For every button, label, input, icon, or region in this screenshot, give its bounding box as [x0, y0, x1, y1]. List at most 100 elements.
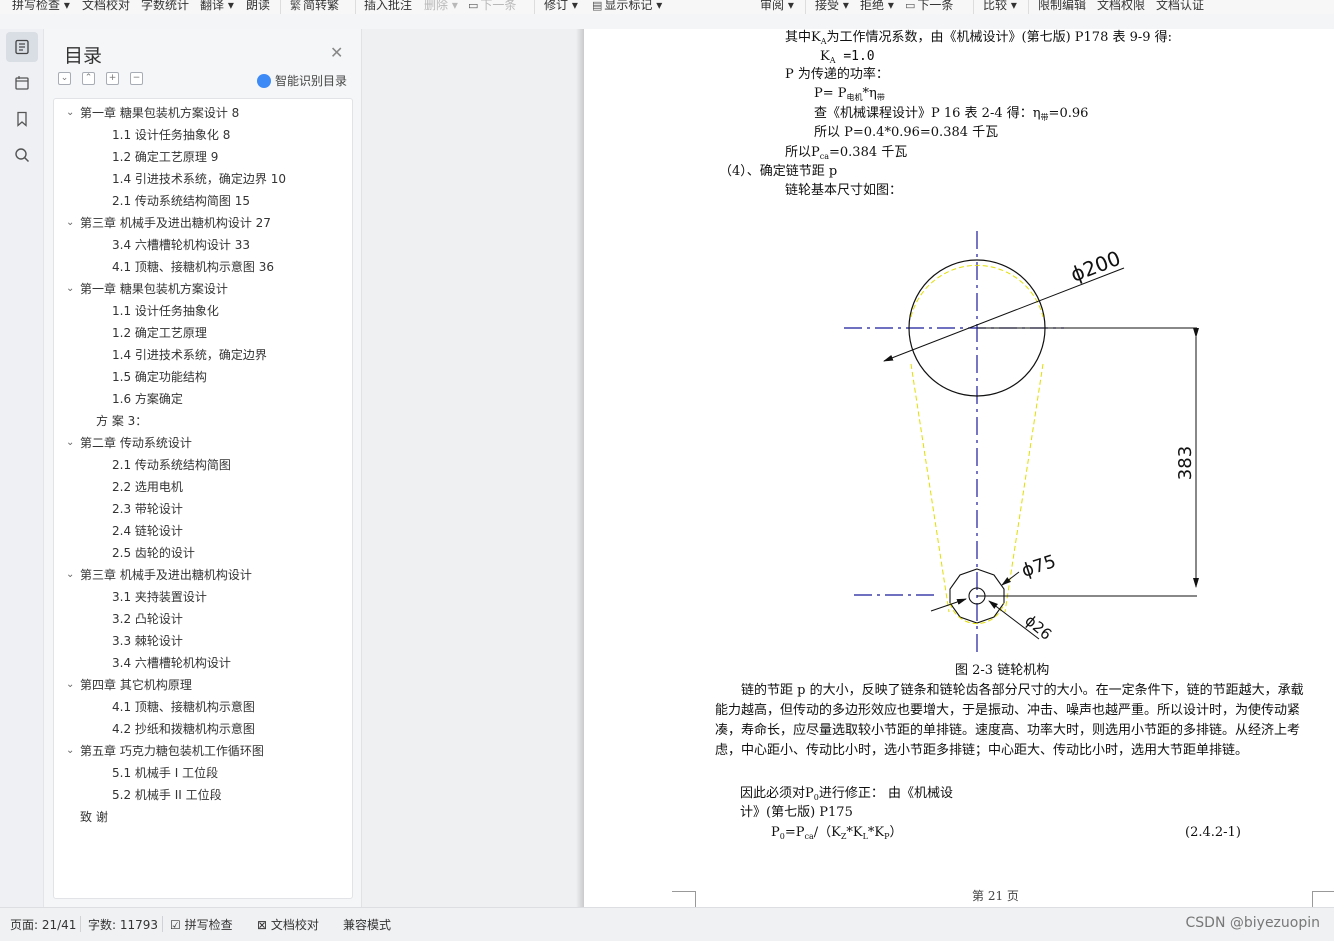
toc-section-item[interactable]: 致 谢 — [80, 807, 108, 827]
restrict-editing-button[interactable]: 限制编辑 — [1038, 0, 1086, 13]
page-footer: 第 21 页 — [972, 889, 1019, 903]
read-aloud-button[interactable]: 朗读 — [246, 0, 270, 13]
track-changes-button[interactable]: 修订 ▾ — [544, 0, 578, 13]
toc-section-item[interactable]: 4.2 抄纸和拨糖机构示意图 — [112, 719, 255, 739]
track-changes-label: 修订 — [544, 0, 569, 12]
chapter-icon — [15, 76, 29, 90]
toc-panel-button[interactable] — [6, 32, 38, 62]
reject-button[interactable]: 拒绝 ▾ — [860, 0, 894, 13]
ai-icon — [257, 73, 271, 88]
compare-button[interactable]: 比较 ▾ — [983, 0, 1017, 13]
toc-section-item[interactable]: 2.1 传动系统结构简图 — [112, 455, 231, 475]
remove-heading-icon[interactable]: − — [130, 72, 143, 85]
chevron-down-icon[interactable]: ⌄ — [66, 433, 76, 453]
spell-check-button[interactable]: 拼写检查 ▾ — [12, 0, 70, 13]
toc-section-item[interactable]: 2.2 选用电机 — [112, 477, 183, 497]
spell-check-status[interactable]: ☑ 拼写检查 — [170, 916, 233, 933]
proofread-status[interactable]: ⊠ 文档校对 — [257, 916, 319, 933]
toc-section-item[interactable]: 1.1 设计任务抽象化 — [112, 301, 219, 321]
to-traditional-button[interactable]: 繁简转繁 — [290, 0, 339, 13]
toc-section-item[interactable]: 5.1 机械手 I 工位段 — [112, 763, 218, 783]
doc-certify-button[interactable]: 文档认证 — [1156, 0, 1204, 13]
toc-chapter-item[interactable]: 第三章 机械手及进出糖机构设计 27 — [80, 213, 271, 233]
review-label: 审阅 — [760, 0, 785, 12]
doc-line: 链轮基本尺寸如图： — [785, 183, 903, 198]
toolbar-divider — [805, 0, 806, 14]
page-corner-mark — [1312, 891, 1334, 907]
translate-button[interactable]: 翻译 ▾ — [200, 0, 234, 13]
toc-section-item[interactable]: 1.4 引进技术系统，确定边界 10 — [112, 169, 286, 189]
toc-section-item[interactable]: 4.1 顶糖、接糖机构示意图 — [112, 697, 255, 717]
toc-section-item[interactable]: 3.1 夹持装置设计 — [112, 587, 207, 607]
toc-section-item[interactable]: 2.3 带轮设计 — [112, 499, 183, 519]
doc-certify-label: 文档认证 — [1156, 0, 1205, 12]
document-page[interactable]: 其中KA为工作情况系数，由《机械设计》(第七版) P178 表 9-9 得: K… — [584, 29, 1334, 907]
toc-section-item[interactable]: 1.4 引进技术系统，确定边界 — [112, 345, 267, 365]
toc-section-item[interactable]: 方 案 3： — [96, 411, 147, 431]
chevron-down-icon[interactable]: ⌄ — [66, 741, 76, 761]
figure-caption: 图 2-3 链轮机构 — [955, 663, 1050, 678]
toc-section-item[interactable]: 1.2 确定工艺原理 — [112, 323, 207, 343]
close-icon[interactable]: ✕ — [330, 43, 343, 62]
chevron-down-icon[interactable]: ⌄ — [66, 103, 76, 123]
toc-chapter-item[interactable]: 第三章 机械手及进出糖机构设计 — [80, 565, 252, 585]
toc-section-item[interactable]: 1.6 方案确定 — [112, 389, 183, 409]
toc-section-item[interactable]: 1.2 确定工艺原理 9 — [112, 147, 218, 167]
chapter-nav-button[interactable] — [6, 68, 38, 98]
accept-button[interactable]: 接受 ▾ — [815, 0, 849, 13]
page-indicator[interactable]: 页面: 21/41 — [10, 916, 76, 933]
toc-section-item[interactable]: 1.1 设计任务抽象化 8 — [112, 125, 230, 145]
next-comment-button[interactable]: ▭ 下一条 — [468, 0, 516, 13]
next-comment-label: 下一条 — [480, 0, 517, 12]
delete-comment-button[interactable]: 删除 ▾ — [424, 0, 458, 13]
toc-section-item[interactable]: 2.1 传动系统结构简图 15 — [112, 191, 250, 211]
review-button[interactable]: 审阅 ▾ — [760, 0, 794, 13]
chevron-down-icon[interactable]: ⌄ — [66, 675, 76, 695]
add-heading-icon[interactable]: + — [106, 72, 119, 85]
find-button[interactable] — [6, 140, 38, 170]
large-diameter-label: ϕ200 — [1067, 246, 1124, 287]
toc-section-item[interactable]: 3.4 六槽槽轮机构设计 33 — [112, 235, 250, 255]
sprocket-drawing: ϕ200 ϕ75 ϕ26 383 — [844, 231, 1199, 652]
proofread-icon: ⊠ — [257, 918, 268, 932]
toc-section-item[interactable]: 3.2 凸轮设计 — [112, 609, 183, 629]
toc-title: 目录 — [64, 45, 103, 67]
word-count[interactable]: 字数: 11793 — [88, 916, 158, 933]
compat-mode: 兼容模式 — [343, 918, 392, 932]
body-paragraph: 链的节距 p 的大小，反映了链条和链轮齿各部分尺寸的大小。在一定条件下，链的节距… — [715, 683, 1304, 758]
toc-chapter-item[interactable]: 第四章 其它机构原理 — [80, 675, 192, 695]
toolbar-divider — [280, 0, 281, 14]
toc-section-item[interactable]: 2.5 齿轮的设计 — [112, 543, 195, 563]
toc-section-item[interactable]: 5.2 机械手 II 工位段 — [112, 785, 222, 805]
insert-comment-label: 插入批注 — [364, 0, 413, 12]
word-count-button[interactable]: 字数统计 — [141, 0, 189, 13]
chevron-down-icon[interactable]: ⌄ — [66, 565, 76, 585]
next-change-label: 下一条 — [917, 0, 954, 12]
toc-section-item[interactable]: 4.1 顶糖、接糖机构示意图 36 — [112, 257, 274, 277]
smart-toc-button[interactable]: 智能识别目录 — [257, 72, 347, 89]
bookmark-button[interactable] — [6, 104, 38, 134]
translate-label: 翻译 — [200, 0, 225, 12]
toc-chapter-item[interactable]: 第一章 糖果包装机方案设计 — [80, 279, 228, 299]
insert-comment-button[interactable]: 插入批注 — [364, 0, 412, 13]
toolbar-divider — [1028, 0, 1029, 14]
collapse-all-icon[interactable]: ⌄ — [58, 72, 71, 85]
show-markup-label: 显示标记 — [604, 0, 653, 12]
toc-chapter-item[interactable]: 第二章 传动系统设计 — [80, 433, 192, 453]
toc-section-item[interactable]: 2.4 链轮设计 — [112, 521, 183, 541]
toc-section-item[interactable]: 1.5 确定功能结构 — [112, 367, 207, 387]
workspace-background — [362, 29, 584, 907]
doc-proof-button[interactable]: 文档校对 — [82, 0, 130, 13]
next-change-button[interactable]: ▭ 下一条 — [905, 0, 953, 13]
show-markup-button[interactable]: ▤ 显示标记 ▾ — [592, 0, 662, 13]
toc-section-item[interactable]: 3.4 六槽槽轮机构设计 — [112, 653, 231, 673]
page-shadow — [576, 29, 584, 907]
doc-permission-button[interactable]: 文档权限 — [1097, 0, 1145, 13]
toc-chapter-item[interactable]: 第一章 糖果包装机方案设计 8 — [80, 103, 239, 123]
chevron-down-icon[interactable]: ⌄ — [66, 279, 76, 299]
toc-section-item[interactable]: 3.3 棘轮设计 — [112, 631, 183, 651]
chevron-down-icon[interactable]: ⌄ — [66, 213, 76, 233]
proofread-status-label: 文档校对 — [270, 918, 319, 932]
toc-chapter-item[interactable]: 第五章 巧克力糖包装机工作循环图 — [80, 741, 264, 761]
expand-all-icon[interactable]: ⌃ — [82, 72, 95, 85]
